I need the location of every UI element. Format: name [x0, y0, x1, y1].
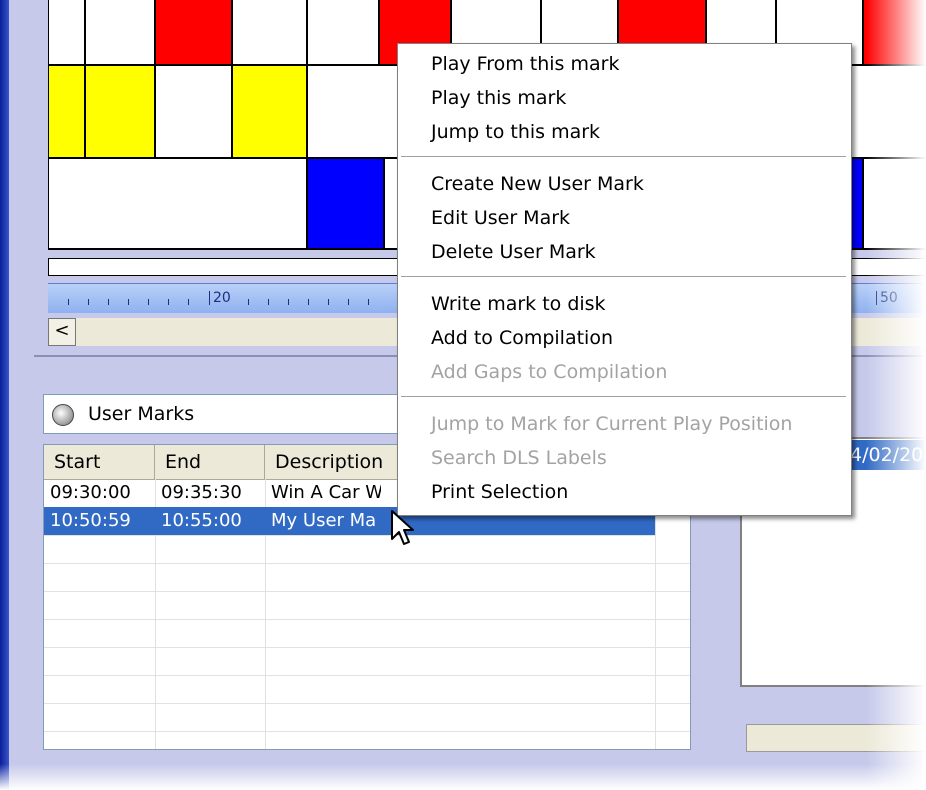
column-header-start[interactable]: Start	[44, 445, 155, 479]
mark-cell[interactable]	[233, 66, 308, 159]
ruler-tick	[168, 299, 169, 305]
ruler-tick	[288, 299, 289, 305]
menu-item-add-gaps-to-compilation: Add Gaps to Compilation	[431, 361, 668, 383]
ruler-tick	[188, 299, 189, 305]
mark-cell[interactable]	[233, 0, 308, 66]
cell-start: 10:50:59	[50, 510, 131, 531]
table-row[interactable]	[44, 535, 690, 564]
ruler-tick	[68, 299, 69, 305]
table-row[interactable]	[44, 675, 690, 704]
mark-cell[interactable]	[86, 66, 156, 159]
mark-cell[interactable]	[49, 159, 308, 250]
ruler-tick	[268, 299, 269, 305]
right-panel-input[interactable]	[746, 724, 926, 752]
menu-item-play-from-mark[interactable]: Play From this mark	[398, 47, 851, 81]
menu-item-play-mark[interactable]: Play this mark	[398, 81, 851, 115]
cell-end: 10:55:00	[161, 510, 242, 531]
column-header-end[interactable]: End	[155, 445, 265, 479]
table-row[interactable]	[44, 591, 690, 620]
menu-item-print-selection[interactable]: Print Selection	[398, 475, 851, 509]
mark-cell[interactable]	[308, 0, 380, 66]
scroll-left-button[interactable]: <	[48, 318, 76, 346]
ruler-tick	[128, 299, 129, 305]
cell-start: 09:30:00	[50, 482, 131, 503]
ruler-label: 20	[213, 290, 231, 306]
ruler-tick	[876, 291, 877, 305]
user-marks-header: User Marks	[43, 394, 423, 434]
ruler-tick	[368, 299, 369, 305]
table-row[interactable]	[44, 647, 690, 676]
table-row[interactable]	[44, 563, 690, 592]
ruler-label: 50	[880, 290, 898, 306]
menu-separator	[401, 396, 846, 398]
menu-item-jump-to-mark[interactable]: Jump to this mark	[398, 115, 851, 149]
user-marks-title: User Marks	[88, 403, 195, 425]
ruler-tick	[308, 299, 309, 305]
menu-item-delete-user-mark[interactable]: Delete User Mark	[398, 235, 851, 269]
table-row[interactable]	[44, 619, 690, 648]
cell-end: 09:35:30	[161, 482, 242, 503]
ruler-tick	[209, 291, 210, 305]
mark-cell[interactable]	[156, 66, 233, 159]
mark-cell[interactable]	[864, 159, 926, 250]
ruler-tick	[108, 299, 109, 305]
mark-cell[interactable]	[308, 159, 385, 250]
table-row[interactable]	[44, 703, 690, 732]
menu-separator	[401, 156, 846, 158]
ruler-tick	[88, 299, 89, 305]
chevron-left-icon: <	[54, 320, 70, 341]
mark-cell[interactable]	[49, 0, 86, 66]
mark-cell[interactable]	[156, 0, 233, 66]
menu-item-write-mark-to-disk[interactable]: Write mark to disk	[398, 287, 851, 321]
menu-item-search-dls-labels: Search DLS Labels	[431, 447, 607, 469]
menu-item-jump-to-current-play-position: Jump to Mark for Current Play Position	[431, 413, 793, 435]
menu-separator	[401, 276, 846, 278]
menu-item-add-to-compilation[interactable]: Add to Compilation	[398, 321, 851, 355]
ruler-tick	[248, 299, 249, 305]
menu-item-create-user-mark[interactable]: Create New User Mark	[398, 167, 851, 201]
mark-cell[interactable]	[49, 66, 86, 159]
menu-item-edit-user-mark[interactable]: Edit User Mark	[398, 201, 851, 235]
ruler-tick	[348, 299, 349, 305]
window-border	[0, 0, 9, 790]
ruler-tick	[328, 299, 329, 305]
mouse-pointer-icon	[391, 510, 414, 545]
mark-cell[interactable]	[86, 0, 156, 66]
context-menu: Play From this mark Play this mark Jump …	[397, 43, 852, 516]
mark-cell[interactable]	[864, 0, 926, 66]
user-marks-icon	[52, 404, 74, 426]
cell-description: Win A Car W	[271, 482, 381, 503]
ruler-tick	[148, 299, 149, 305]
cell-description: My User Ma	[271, 510, 377, 531]
